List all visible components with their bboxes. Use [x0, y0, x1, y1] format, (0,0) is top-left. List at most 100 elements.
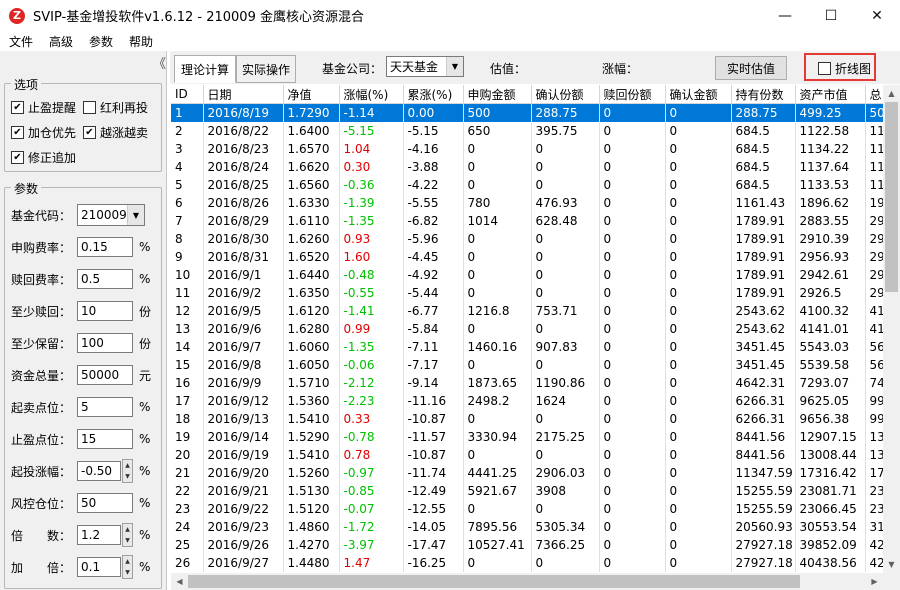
table-row[interactable]: 21 2016/9/20 1.5260 -0.97 -11.74 4441.25 2906.… — [171, 464, 883, 482]
param-input[interactable]: 15 — [77, 429, 133, 449]
table-cell: 0 — [665, 284, 732, 302]
param-input[interactable]: 50000 — [77, 365, 133, 385]
table-row[interactable]: 20 2016/9/19 1.5410 0.78 -10.87 0 0 0 0 8441.56 13… — [171, 446, 883, 464]
horizontal-scrollbar[interactable]: ◀ ▶ — [171, 573, 883, 590]
fund-code-select[interactable]: 210009 ▼ — [77, 204, 145, 226]
table-cell: 5 — [171, 176, 204, 194]
scroll-left-icon[interactable]: ◀ — [171, 573, 188, 590]
checkbox-take-profit-alert[interactable]: ✔ 止盈提醒 — [11, 99, 76, 116]
table-cell: 29 — [865, 212, 883, 230]
spinner-icon[interactable]: ▲ ▼ — [122, 459, 133, 483]
param-input[interactable]: 0.1 — [77, 557, 121, 577]
column-header[interactable]: 资产市值 — [795, 85, 866, 104]
column-header[interactable]: 净值 — [283, 85, 340, 104]
table-cell: 1.04 — [339, 140, 404, 158]
table-row[interactable]: 8 2016/8/30 1.6260 0.93 -5.96 0 0 0 0 1789.91 2910… — [171, 230, 883, 248]
table-cell: 1161.43 — [731, 194, 796, 212]
table-row[interactable]: 5 2016/8/25 1.6560 -0.36 -4.22 0 0 0 0 684.5 1133.… — [171, 176, 883, 194]
minimize-button[interactable]: — — [762, 0, 808, 31]
table-cell: 1.47 — [339, 554, 404, 572]
table-row[interactable]: 9 2016/8/31 1.6520 1.60 -4.45 0 0 0 0 1789.91 2956… — [171, 248, 883, 266]
chevron-down-icon[interactable]: ▼ — [446, 57, 463, 76]
param-input[interactable]: 5 — [77, 397, 133, 417]
table-row[interactable]: 18 2016/9/13 1.5410 0.33 -10.87 0 0 0 0 6266.31 96… — [171, 410, 883, 428]
column-header[interactable]: 日期 — [203, 85, 284, 104]
table-row[interactable]: 6 2016/8/26 1.6330 -1.39 -5.55 780 476.93 0 0 116… — [171, 194, 883, 212]
column-header[interactable]: 持有份数 — [731, 85, 796, 104]
spinner-icon[interactable]: ▲ ▼ — [122, 523, 133, 547]
checkbox-correct-append[interactable]: ✔ 修正追加 — [11, 149, 76, 166]
table-row[interactable]: 7 2016/8/29 1.6110 -1.35 -6.82 1014 628.48 0 0 17… — [171, 212, 883, 230]
realtime-estimate-button[interactable]: 实时估值 — [715, 56, 787, 80]
fund-company-select[interactable]: 天天基金 ▼ — [386, 56, 464, 77]
spinner-icon[interactable]: ▲ ▼ — [122, 555, 133, 579]
table-row[interactable]: 13 2016/9/6 1.6280 0.99 -5.84 0 0 0 0 2543.62 4141… — [171, 320, 883, 338]
vertical-scrollbar[interactable]: ▲ ▼ — [883, 85, 900, 573]
param-input[interactable]: 0.15 — [77, 237, 133, 257]
table-cell: 395.75 — [531, 122, 600, 140]
column-header[interactable]: 确认份额 — [531, 85, 600, 104]
column-header[interactable]: 涨幅(%) — [339, 85, 404, 104]
table-row[interactable]: 19 2016/9/14 1.5290 -0.78 -11.57 3330.94 2175.… — [171, 428, 883, 446]
table-row[interactable]: 11 2016/9/2 1.6350 -0.55 -5.44 0 0 0 0 1789.91 292… — [171, 284, 883, 302]
table-row[interactable]: 10 2016/9/1 1.6440 -0.48 -4.92 0 0 0 0 1789.91 294… — [171, 266, 883, 284]
menu-advanced[interactable]: 高级 — [40, 33, 80, 50]
table-cell: 1896.62 — [795, 194, 866, 212]
table-cell: 11 — [171, 284, 204, 302]
table-cell: 2016/8/26 — [203, 194, 284, 212]
table-cell: 2016/8/29 — [203, 212, 284, 230]
table-row[interactable]: 26 2016/9/27 1.4480 1.47 -16.25 0 0 0 0 27927.18 4… — [171, 554, 883, 572]
table-row[interactable]: 12 2016/9/5 1.6120 -1.41 -6.77 1216.8 753.71 0 0… — [171, 302, 883, 320]
checkbox-add-position-first[interactable]: ✔ 加仓优先 — [11, 124, 76, 141]
table-row[interactable]: 17 2016/9/12 1.5360 -2.23 -11.16 2498.2 1624 0 0… — [171, 392, 883, 410]
tab-theory-calc[interactable]: 理论计算 — [174, 55, 236, 83]
table-row[interactable]: 24 2016/9/23 1.4860 -1.72 -14.05 7895.56 5305.… — [171, 518, 883, 536]
table-row[interactable]: 25 2016/9/26 1.4270 -3.97 -17.47 10527.41 7366… — [171, 536, 883, 554]
app-logo-icon: Z — [9, 7, 25, 24]
table-row[interactable]: 15 2016/9/8 1.6050 -0.06 -7.17 0 0 0 0 3451.45 553… — [171, 356, 883, 374]
param-input[interactable]: -0.50 — [77, 461, 121, 481]
line-chart-checkbox[interactable]: 折线图 — [818, 60, 871, 77]
maximize-button[interactable]: ☐ — [808, 0, 854, 31]
table-row[interactable]: 16 2016/9/9 1.5710 -2.12 -9.14 1873.65 1190.86… — [171, 374, 883, 392]
menu-file[interactable]: 文件 — [0, 33, 40, 50]
table-cell: 0.00 — [403, 103, 464, 122]
param-input[interactable]: 10 — [77, 301, 133, 321]
checkbox-sell-on-rise[interactable]: ✔ 越涨越卖 — [83, 124, 148, 141]
table-cell: 1.6570 — [283, 140, 340, 158]
scroll-up-icon[interactable]: ▲ — [883, 85, 900, 102]
column-header[interactable]: 总 — [865, 85, 883, 104]
close-button[interactable]: ✕ — [854, 0, 900, 31]
chevron-down-icon[interactable]: ▼ — [127, 205, 144, 225]
table-row[interactable]: 1 2016/8/19 1.7290 -1.14 0.00 500 288.75 0 0 288.… — [171, 103, 883, 122]
table-cell: -0.85 — [339, 482, 404, 500]
table-row[interactable]: 23 2016/9/22 1.5120 -0.07 -12.55 0 0 0 0 15255.59… — [171, 500, 883, 518]
column-header[interactable]: 累涨(%) — [403, 85, 464, 104]
table-row[interactable]: 2 2016/8/22 1.6400 -5.15 -5.15 650 395.75 0 0 684… — [171, 122, 883, 140]
param-input[interactable]: 0.5 — [77, 269, 133, 289]
menu-params[interactable]: 参数 — [80, 33, 120, 50]
column-header[interactable]: 赎回份额 — [599, 85, 666, 104]
column-header[interactable]: 确认金额 — [665, 85, 732, 104]
table-cell: 1.5260 — [283, 464, 340, 482]
checkbox-dividend-reinvest[interactable]: 红利再投 — [83, 99, 148, 116]
table-row[interactable]: 22 2016/9/21 1.5130 -0.85 -12.49 5921.67 3908 0… — [171, 482, 883, 500]
table-cell: 0 — [463, 140, 532, 158]
scroll-right-icon[interactable]: ▶ — [866, 573, 883, 590]
tab-actual-operation[interactable]: 实际操作 — [236, 55, 296, 83]
param-input[interactable]: 50 — [77, 493, 133, 513]
table-row[interactable]: 14 2016/9/7 1.6060 -1.35 -7.11 1460.16 907.83 0… — [171, 338, 883, 356]
scroll-down-icon[interactable]: ▼ — [883, 556, 900, 573]
menu-help[interactable]: 帮助 — [120, 33, 160, 50]
horizontal-scroll-thumb[interactable] — [188, 575, 800, 588]
param-input[interactable]: 100 — [77, 333, 133, 353]
table-row[interactable]: 4 2016/8/24 1.6620 0.30 -3.88 0 0 0 0 684.5 1137.6… — [171, 158, 883, 176]
table-cell: -0.55 — [339, 284, 404, 302]
table-cell: 2016/8/25 — [203, 176, 284, 194]
column-header[interactable]: 申购金额 — [463, 85, 532, 104]
table-row[interactable]: 3 2016/8/23 1.6570 1.04 -4.16 0 0 0 0 684.5 1134.2… — [171, 140, 883, 158]
vertical-scroll-thumb[interactable] — [885, 102, 898, 292]
column-header[interactable]: ID — [171, 85, 204, 104]
param-input[interactable]: 1.2 — [77, 525, 121, 545]
collapse-panel-icon[interactable]: 《 — [153, 53, 166, 72]
